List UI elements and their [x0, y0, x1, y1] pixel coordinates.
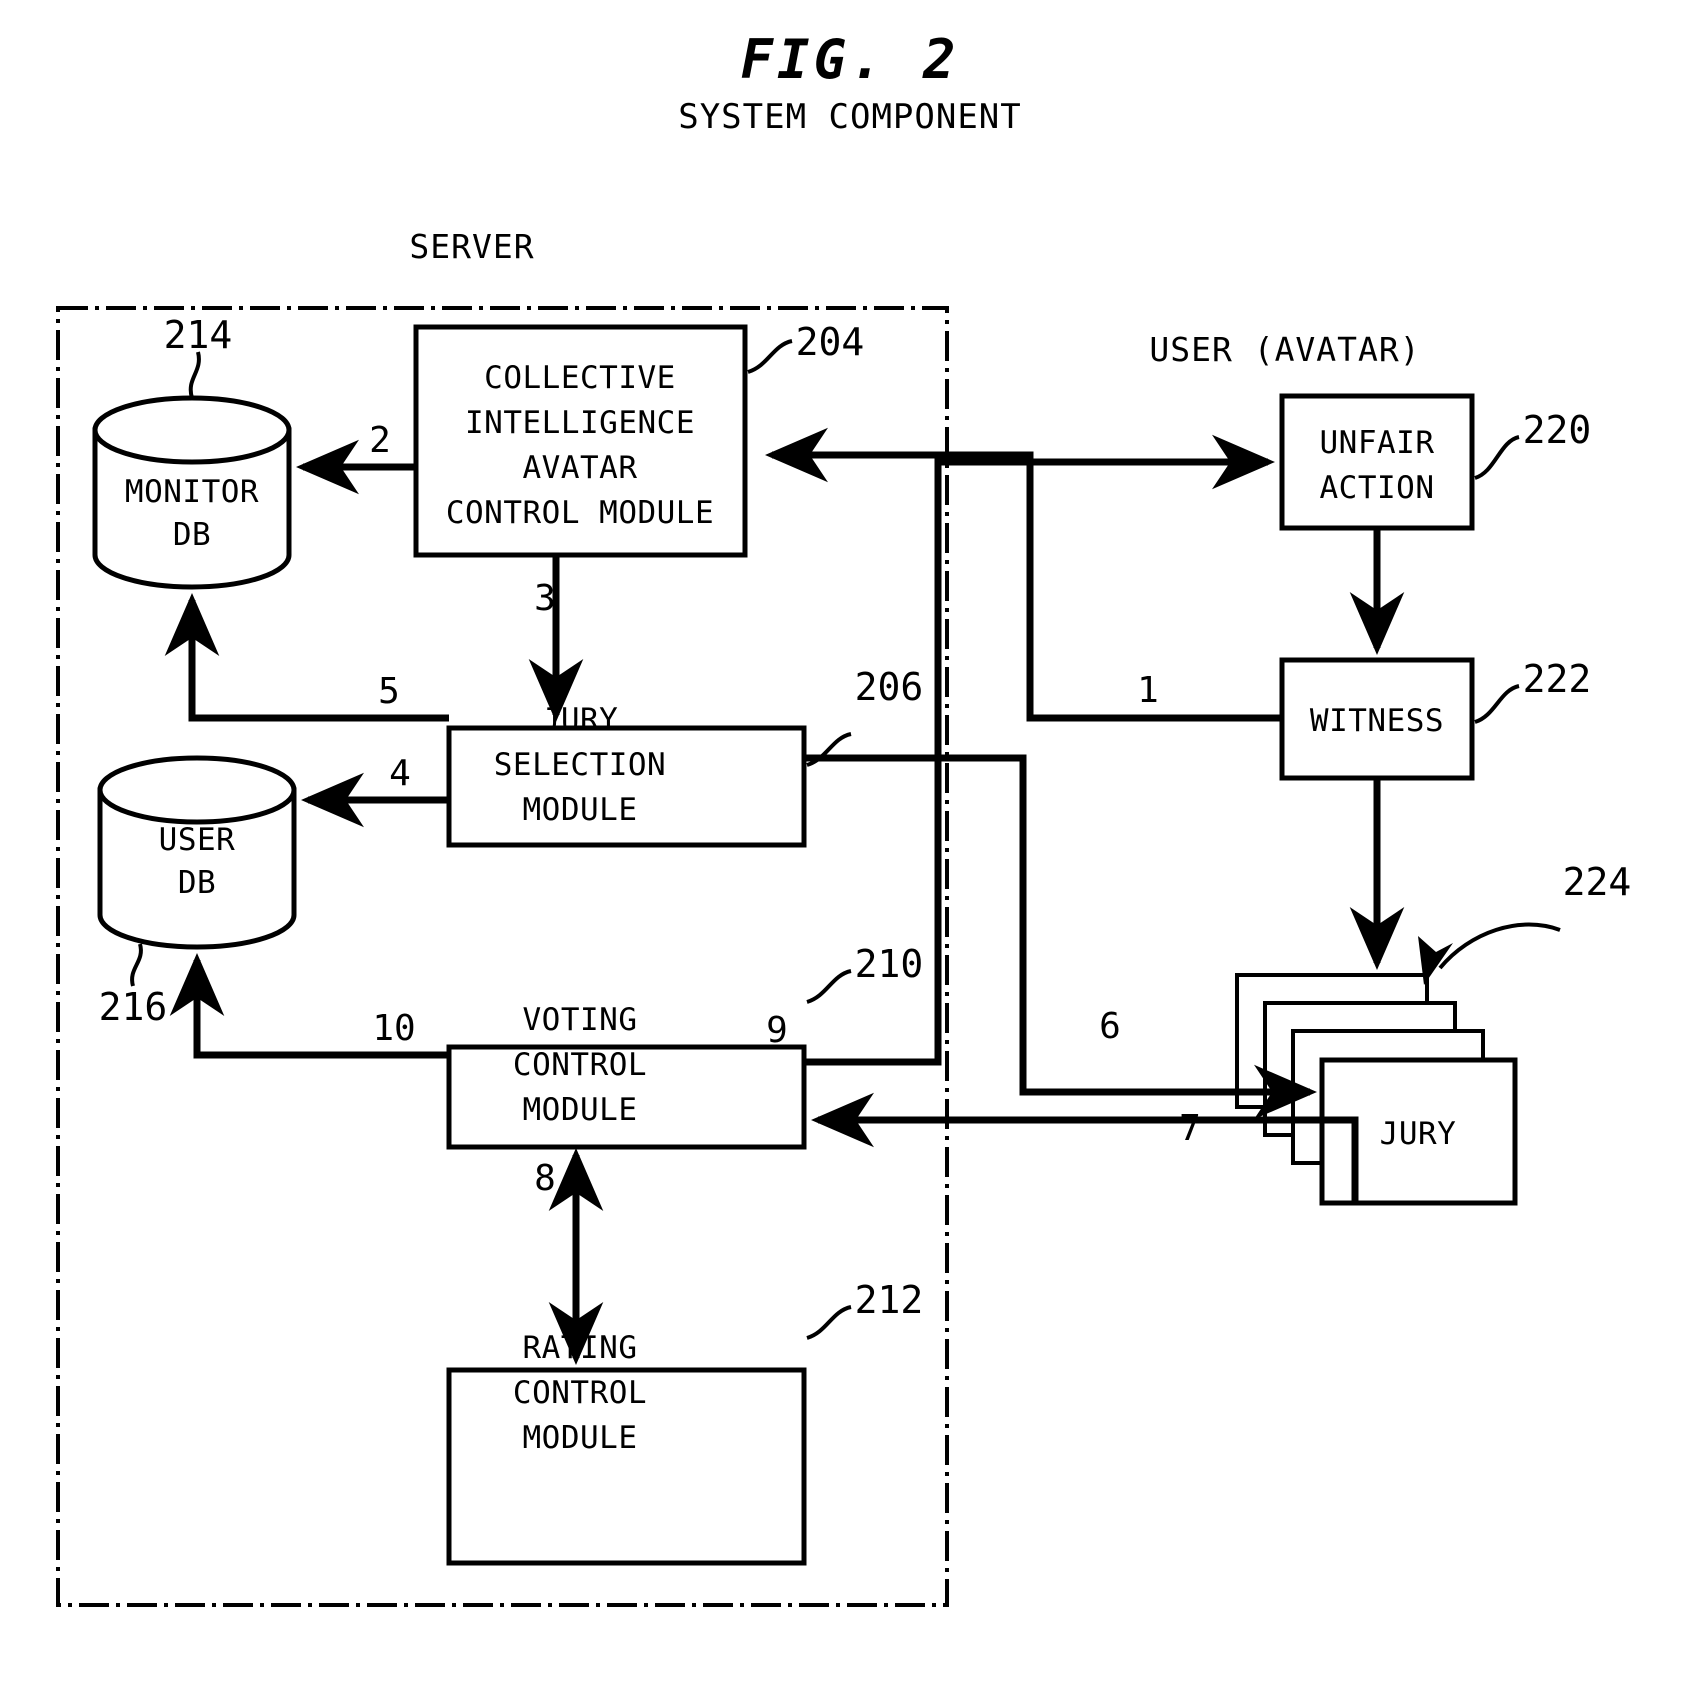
jury-selection-ref: 206: [855, 665, 924, 709]
flow-label-7: 7: [1179, 1108, 1201, 1149]
edge-1: [765, 427, 1282, 722]
voting-control-label-1: VOTING: [523, 1002, 638, 1038]
collective-module-ref: 204: [796, 320, 865, 364]
unfair-action-ref: 220: [1523, 408, 1592, 452]
ref-lead-222: [1474, 684, 1520, 724]
voting-control-label-3: MODULE: [523, 1092, 638, 1128]
rating-control-label-2: CONTROL: [513, 1375, 647, 1411]
monitor-db-label-1: MONITOR: [125, 474, 259, 510]
rating-control-ref: 212: [855, 1278, 924, 1322]
diagram-svg: FIG. 2 SYSTEM COMPONENT SERVER USER (AVA…: [56, 28, 1632, 1607]
server-group-label: SERVER: [409, 227, 534, 266]
flow-label-9: 9: [766, 1010, 788, 1051]
user-db-label-2: DB: [178, 865, 216, 901]
flow-label-10: 10: [372, 1008, 415, 1049]
flow-label-3: 3: [534, 578, 556, 619]
unfair-action-label-1: UNFAIR: [1320, 425, 1435, 461]
flow-label-8: 8: [534, 1158, 556, 1199]
ref-lead-220: [1474, 435, 1520, 480]
figure-title: FIG. 2: [740, 28, 959, 91]
collective-module-label-1: COLLECTIVE: [484, 360, 676, 396]
collective-module-label-3: AVATAR: [523, 450, 638, 486]
jury-ref: 224: [1563, 860, 1632, 904]
monitor-db-label-2: DB: [173, 517, 211, 553]
jury-selection-label-3: MODULE: [523, 792, 638, 828]
flow-label-6: 6: [1099, 1006, 1121, 1047]
user-avatar-group-label: USER (AVATAR): [1149, 330, 1420, 369]
unfair-action-label-2: ACTION: [1320, 470, 1435, 506]
edge-6: [804, 754, 1317, 1120]
jury-selection-label-1: JURY: [542, 702, 619, 738]
figure-subtitle: SYSTEM COMPONENT: [678, 97, 1022, 137]
unfair-action-shape: [1279, 393, 1475, 531]
ref-lead-216: [130, 943, 143, 987]
user-db-label-1: USER: [159, 822, 236, 858]
rating-control-label-1: RATING: [523, 1330, 638, 1366]
jury-label: JURY: [1380, 1116, 1457, 1152]
user-db-ref: 216: [99, 985, 168, 1029]
flow-label-1: 1: [1137, 670, 1159, 711]
patent-figure-canvas: FIG. 2 SYSTEM COMPONENT SERVER USER (AVA…: [0, 0, 1700, 1688]
ref-lead-224: [1438, 922, 1561, 970]
ref-lead-204: [747, 339, 793, 374]
rating-control-label-3: MODULE: [523, 1420, 638, 1456]
witness-ref: 222: [1523, 657, 1592, 701]
voting-control-ref: 210: [855, 942, 924, 986]
collective-module-label-4: CONTROL MODULE: [446, 495, 714, 531]
monitor-db-ref: 214: [164, 313, 233, 357]
edge-5: [164, 593, 449, 722]
jury-selection-label-2: SELECTION: [494, 747, 666, 783]
ref-lead-210: [806, 969, 852, 1004]
witness-label: WITNESS: [1310, 703, 1444, 739]
flow-label-5: 5: [378, 671, 400, 712]
voting-control-label-2: CONTROL: [513, 1047, 647, 1083]
ref-lead-214: [188, 351, 201, 399]
flow-label-2: 2: [369, 420, 391, 461]
ref-lead-212: [806, 1305, 852, 1340]
collective-module-label-2: INTELLIGENCE: [465, 405, 695, 441]
flow-label-4: 4: [389, 753, 411, 794]
